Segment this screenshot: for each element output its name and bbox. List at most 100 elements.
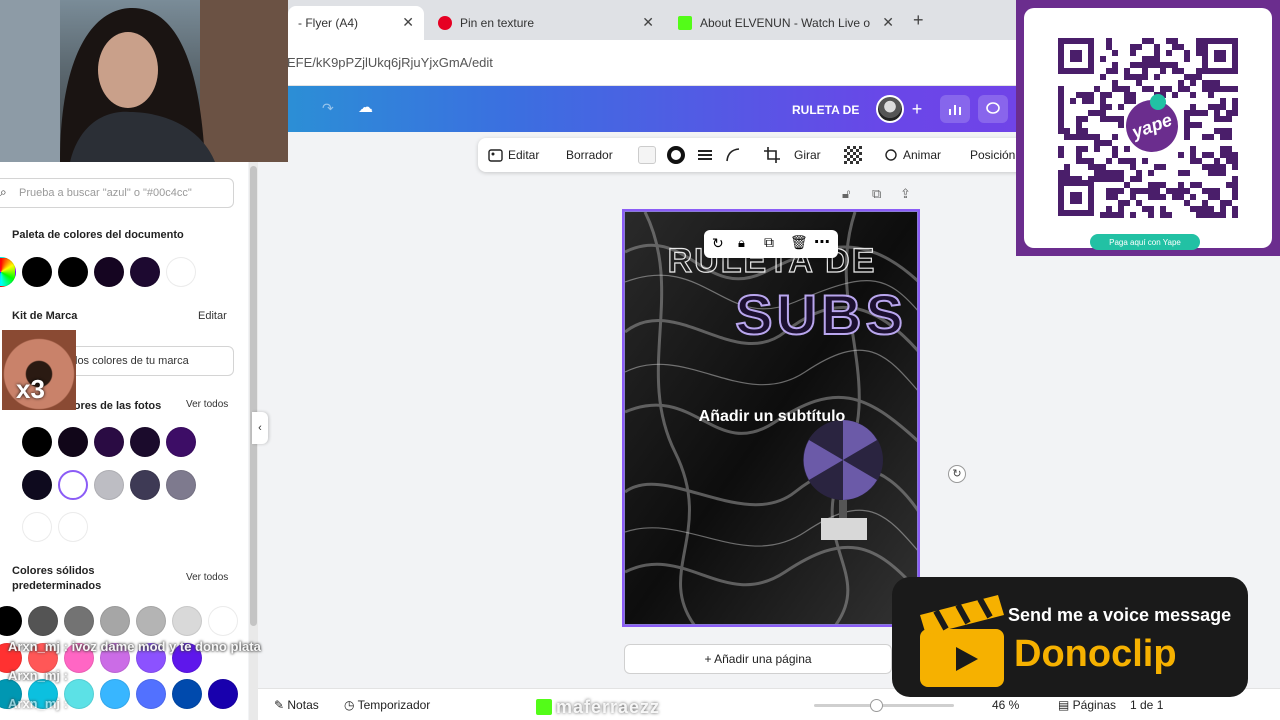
rotate-button[interactable]: Girar (794, 148, 821, 162)
color-swatch[interactable] (58, 257, 88, 287)
collapse-panel-button[interactable]: ‹ (252, 412, 268, 444)
color-swatch[interactable] (166, 427, 196, 457)
redo-icon[interactable]: ↷ (322, 100, 334, 117)
add-collaborator-button[interactable]: + (902, 95, 932, 123)
color-swatch[interactable] (166, 470, 196, 500)
qr-module (1058, 98, 1064, 104)
zoom-slider-thumb[interactable] (870, 699, 883, 712)
qr-module (1130, 62, 1136, 68)
color-swatch[interactable] (100, 606, 130, 636)
color-swatch[interactable] (22, 470, 52, 500)
qr-module (1106, 104, 1112, 110)
duplicate-icon[interactable]: ⧉ (764, 234, 774, 251)
color-swatch[interactable] (100, 679, 130, 709)
animate-label: Animar (903, 148, 942, 162)
qr-module (1160, 68, 1166, 74)
add-page-button[interactable]: + Añadir una página (624, 644, 892, 674)
brand-kit-field[interactable]: los colores de tu marca (70, 346, 234, 376)
qr-module (1184, 188, 1190, 194)
photo-colors-see-all[interactable]: Ver todos (186, 399, 228, 410)
color-search-input[interactable]: Prueba a buscar "azul" o "#00c4cc" (0, 178, 234, 208)
color-swatch[interactable] (130, 257, 160, 287)
design-page[interactable]: RULETA DE SUBS Añadir un subtítulo (624, 211, 918, 625)
color-swatch[interactable] (64, 606, 94, 636)
tab-flyer[interactable]: - Flyer (A4) ✕ (288, 6, 424, 40)
position-button[interactable]: Posición (970, 148, 1015, 162)
qr-module (1190, 158, 1196, 164)
qr-module (1100, 92, 1106, 98)
comment-icon[interactable] (978, 95, 1008, 123)
eraser-button[interactable]: Borrador (566, 148, 613, 162)
color-swatch[interactable] (136, 679, 166, 709)
pages-button[interactable]: ▤ Páginas (1058, 698, 1116, 712)
color-swatch[interactable] (22, 257, 52, 287)
fill-color-swatch[interactable] (638, 146, 656, 164)
qr-module (1082, 98, 1088, 104)
kick-icon (678, 16, 692, 30)
zoom-slider[interactable] (814, 699, 954, 712)
color-swatch[interactable] (94, 257, 124, 287)
color-swatch[interactable] (58, 512, 88, 542)
color-swatch[interactable] (130, 427, 160, 457)
color-swatch[interactable] (208, 679, 238, 709)
timer-button[interactable]: ◷ Temporizador (344, 698, 430, 712)
trash-icon[interactable]: 🗑︎ (790, 234, 808, 251)
transparency-icon[interactable] (844, 146, 862, 164)
border-style-icon[interactable] (667, 146, 685, 164)
design-title[interactable]: RULETA DE (792, 103, 859, 117)
color-swatch[interactable] (58, 470, 88, 500)
qr-module (1160, 164, 1166, 170)
color-swatch[interactable] (28, 606, 58, 636)
close-icon[interactable]: ✕ (402, 14, 414, 31)
duplicate-page-icon[interactable]: ⧉ (872, 186, 881, 202)
qr-module (1208, 152, 1214, 158)
qr-module (1118, 86, 1124, 92)
edit-button[interactable]: Editar (488, 148, 539, 162)
yape-pay-button[interactable]: Paga aquí con Yape (1090, 234, 1200, 250)
line-weight-icon[interactable] (696, 146, 714, 164)
close-icon[interactable]: ✕ (642, 14, 654, 31)
tab-kick[interactable]: About ELVENUN - Watch Live o ✕ (668, 6, 904, 40)
qr-module (1076, 158, 1082, 164)
tab-pinterest[interactable]: Pin en texture ✕ (428, 6, 664, 40)
refresh-icon[interactable]: ↻ (712, 235, 724, 252)
solid-colors-see-all[interactable]: Ver todos (186, 572, 228, 583)
brand-kit-edit-link[interactable]: Editar (198, 310, 227, 322)
share-page-icon[interactable]: ⇪ (900, 186, 911, 202)
color-swatch[interactable] (58, 427, 88, 457)
color-swatch[interactable] (94, 470, 124, 500)
color-swatch[interactable] (136, 606, 166, 636)
qr-module (1226, 116, 1232, 122)
lock-icon[interactable]: 🔓︎ (842, 186, 850, 202)
zoom-level[interactable]: 46 % (992, 698, 1019, 712)
new-tab-button[interactable]: + (913, 10, 924, 31)
color-swatch[interactable] (130, 470, 160, 500)
close-icon[interactable]: ✕ (882, 14, 894, 31)
color-swatch[interactable] (22, 427, 52, 457)
color-swatch[interactable] (172, 606, 202, 636)
qr-module (1076, 176, 1082, 182)
qr-module (1136, 80, 1142, 86)
crop-icon[interactable] (763, 146, 781, 164)
color-swatch[interactable] (166, 257, 196, 287)
insights-icon[interactable] (940, 95, 970, 123)
lock-icon[interactable]: 🔒︎ (738, 235, 745, 251)
animate-button[interactable]: Animar (884, 148, 941, 162)
qr-module (1148, 212, 1154, 218)
notes-button[interactable]: ✎ Notas (274, 698, 319, 712)
scrollbar-thumb[interactable] (250, 166, 257, 626)
color-swatch[interactable] (64, 679, 94, 709)
color-swatch[interactable] (22, 512, 52, 542)
curve-icon[interactable] (724, 146, 742, 164)
more-options-icon[interactable]: ⋯ (814, 232, 830, 252)
qr-module (1148, 170, 1154, 176)
color-swatch[interactable] (94, 427, 124, 457)
color-swatch[interactable] (208, 606, 238, 636)
color-swatch[interactable] (172, 679, 202, 709)
avatar[interactable] (876, 95, 904, 123)
subtitle-text[interactable]: Añadir un subtítulo (625, 408, 917, 426)
qr-module (1136, 44, 1142, 50)
qr-module (1130, 188, 1136, 194)
rotate-handle-icon[interactable]: ↻ (948, 465, 966, 483)
cloud-save-icon[interactable]: ☁ (358, 98, 373, 116)
